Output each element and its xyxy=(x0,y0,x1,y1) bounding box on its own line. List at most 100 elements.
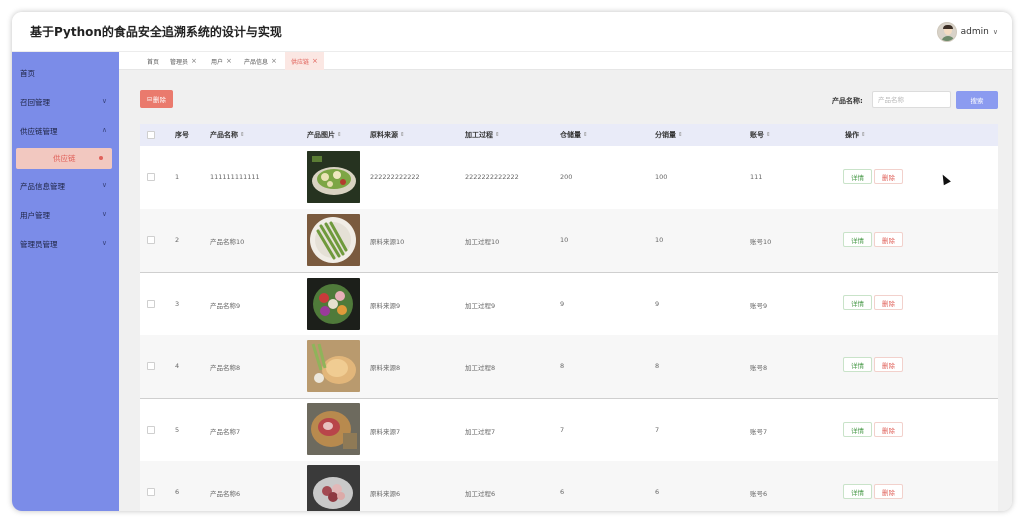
cell-storage: 200 xyxy=(560,173,573,181)
delete-button[interactable]: 删除 xyxy=(874,295,903,310)
cell-storage: 10 xyxy=(560,236,569,244)
detail-button[interactable]: 详情 xyxy=(843,295,872,310)
tab-home[interactable]: 首页 xyxy=(141,52,165,70)
header-sales[interactable]: 分销量 ⇕ xyxy=(655,124,683,146)
row-checkbox[interactable] xyxy=(147,173,155,181)
search-input[interactable] xyxy=(872,91,951,108)
row-checkbox[interactable] xyxy=(147,488,155,496)
user-menu[interactable]: admin ∨ xyxy=(936,22,998,42)
cell-name: 产品名称10 xyxy=(210,238,245,246)
row-checkbox[interactable] xyxy=(147,236,155,244)
tab-users[interactable]: 用户 × xyxy=(205,52,238,70)
row-checkbox[interactable] xyxy=(147,300,155,308)
product-image xyxy=(307,403,360,455)
cell-storage: 7 xyxy=(560,426,565,434)
avatar[interactable] xyxy=(936,22,957,42)
header-name[interactable]: 产品名称 ⇕ xyxy=(210,124,245,146)
detail-button[interactable]: 详情 xyxy=(843,232,872,247)
top-header: 基于Python的食品安全追溯系统的设计与实现 admin ∨ xyxy=(12,12,1012,52)
delete-button[interactable]: 删除 xyxy=(874,422,903,437)
product-image xyxy=(307,465,360,511)
header-actions[interactable]: 操作 ⇕ xyxy=(845,124,866,146)
close-icon[interactable]: × xyxy=(312,57,318,65)
cell-account: 账号9 xyxy=(750,302,768,310)
sidebar-subitem-label: 供应链 xyxy=(53,154,76,163)
app-title: 基于Python的食品安全追溯系统的设计与实现 xyxy=(30,25,282,39)
tab-label: 供应链 xyxy=(291,58,310,66)
tab-product-info[interactable]: 产品信息 × xyxy=(238,52,283,70)
chevron-down-icon[interactable]: ∨ xyxy=(993,28,998,36)
sort-icon: ⇕ xyxy=(678,132,683,138)
select-all-checkbox[interactable] xyxy=(147,131,155,139)
detail-button[interactable]: 详情 xyxy=(843,357,872,372)
batch-delete-button[interactable]: ⊟ 删除 xyxy=(140,90,173,108)
cell-storage: 6 xyxy=(560,488,565,496)
sort-icon: ⇕ xyxy=(583,132,588,138)
sidebar-item-label: 首页 xyxy=(20,68,35,78)
delete-button[interactable]: 删除 xyxy=(874,169,903,184)
sidebar-item-home[interactable]: 首页 xyxy=(12,61,119,85)
tab-bar: 首页 管理员 × 用户 × 产品信息 × 供应链 × xyxy=(119,52,1012,70)
table-header: 序号 产品名称 ⇕ 产品图片 ⇕ 原料来源 ⇕ 加工过程 ⇕ 仓储量 ⇕ 分销量 ⇕ 账号 ⇕… xyxy=(140,124,998,146)
chevron-down-icon: ∨ xyxy=(101,97,107,105)
close-icon[interactable]: × xyxy=(191,57,197,65)
sidebar-item-label: 供应链管理 xyxy=(20,126,58,136)
sidebar-item-label: 用户管理 xyxy=(20,210,50,220)
sidebar-item-product-info[interactable]: 产品信息管理 ∨ xyxy=(12,174,119,198)
detail-button[interactable]: 详情 xyxy=(843,484,872,499)
header-image[interactable]: 产品图片 ⇕ xyxy=(307,124,342,146)
cell-sales: 100 xyxy=(655,173,668,181)
app-window: 基于Python的食品安全追溯系统的设计与实现 admin ∨ 首页 召回管理 … xyxy=(12,12,1012,511)
detail-button[interactable]: 详情 xyxy=(843,169,872,184)
product-image xyxy=(307,214,360,266)
sort-icon: ⇕ xyxy=(495,132,500,138)
tab-admin[interactable]: 管理员 × xyxy=(164,52,203,70)
user-name[interactable]: admin xyxy=(961,27,989,37)
cell-sales: 9 xyxy=(655,300,660,308)
tab-label: 管理员 xyxy=(170,58,189,66)
delete-button[interactable]: 删除 xyxy=(874,357,903,372)
sidebar: 首页 召回管理 ∨ 供应链管理 ∧ 供应链 产品信息管理 ∨ 用户管理 ∨ 管理… xyxy=(12,52,119,511)
sort-icon: ⇕ xyxy=(766,132,771,138)
cell-index: 5 xyxy=(175,426,180,434)
header-account[interactable]: 账号 ⇕ xyxy=(750,124,771,146)
header-source[interactable]: 原料来源 ⇕ xyxy=(370,124,405,146)
header-process[interactable]: 加工过程 ⇕ xyxy=(465,124,500,146)
row-checkbox[interactable] xyxy=(147,362,155,370)
detail-button[interactable]: 详情 xyxy=(843,422,872,437)
tab-label: 首页 xyxy=(147,58,160,66)
cell-sales: 7 xyxy=(655,426,660,434)
cell-source: 原料来源9 xyxy=(370,302,401,310)
table-row: 5 产品名称7 原料来源7 加工过程7 7 7 账号7 详情 删除 xyxy=(140,398,998,461)
cell-account: 111 xyxy=(750,173,763,181)
cell-process: 加工过程9 xyxy=(465,302,496,310)
sidebar-item-recall[interactable]: 召回管理 ∨ xyxy=(12,90,119,114)
row-checkbox[interactable] xyxy=(147,426,155,434)
cell-sales: 6 xyxy=(655,488,660,496)
table-row: 3 产品名称9 原料来源9 加工过程9 9 9 账号9 详情 删除 xyxy=(140,272,998,335)
tab-label: 用户 xyxy=(211,58,224,66)
search-button[interactable]: 搜索 xyxy=(956,91,998,109)
table-row: 1 111111111111 222222222222 222222222222… xyxy=(140,146,998,209)
close-icon[interactable]: × xyxy=(271,57,277,65)
batch-delete-label: 删除 xyxy=(153,96,167,104)
cell-index: 3 xyxy=(175,300,180,308)
data-table: 序号 产品名称 ⇕ 产品图片 ⇕ 原料来源 ⇕ 加工过程 ⇕ 仓储量 ⇕ 分销量 ⇕ 账号 ⇕… xyxy=(140,124,998,511)
sidebar-item-supply-chain[interactable]: 供应链管理 ∧ xyxy=(12,119,119,143)
sidebar-item-users[interactable]: 用户管理 ∨ xyxy=(12,203,119,227)
cell-process: 加工过程7 xyxy=(465,428,496,436)
sidebar-item-admins[interactable]: 管理员管理 ∨ xyxy=(12,232,119,256)
chevron-up-icon: ∧ xyxy=(101,126,107,134)
cell-index: 1 xyxy=(175,173,180,181)
cell-name: 产品名称6 xyxy=(210,490,241,498)
delete-button[interactable]: 删除 xyxy=(874,232,903,247)
close-icon[interactable]: × xyxy=(226,57,232,65)
sidebar-item-label: 管理员管理 xyxy=(20,239,58,249)
cell-source: 原料来源8 xyxy=(370,364,401,372)
delete-button[interactable]: 删除 xyxy=(874,484,903,499)
sidebar-subitem-supply-chain[interactable]: 供应链 xyxy=(16,148,112,169)
header-storage[interactable]: 仓储量 ⇕ xyxy=(560,124,588,146)
sort-icon: ⇕ xyxy=(861,132,866,138)
chevron-down-icon: ∨ xyxy=(101,210,107,218)
tab-supply-chain[interactable]: 供应链 × xyxy=(285,52,324,70)
